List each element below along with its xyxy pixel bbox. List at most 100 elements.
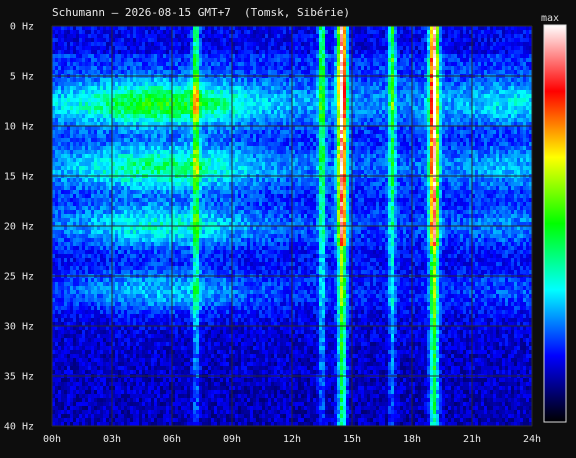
spectrogram-cell [100,290,104,295]
spectrogram-cell [103,42,107,47]
spectrogram-cell [121,358,125,363]
spectrogram-cell [139,210,143,215]
spectrogram-cell [160,330,164,335]
spectrogram-cell [187,142,191,147]
spectrogram-cell [175,362,179,367]
spectrogram-cell [166,202,170,207]
spectrogram-cell [103,202,107,207]
spectrogram-cell [97,230,101,235]
spectrogram-cell [106,70,110,75]
spectrogram-cell [100,118,104,123]
spectrogram-cell [61,98,65,103]
spectrogram-cell [127,398,131,403]
spectrogram-cell [118,214,122,219]
spectrogram-cell [79,234,83,239]
spectrogram-cell [130,258,134,263]
spectrogram-cell [67,254,71,259]
spectrogram-cell [76,150,80,155]
spectrogram-cell [97,198,101,203]
spectrogram-cell [154,266,158,271]
spectrogram-cell [190,146,194,151]
spectrogram-cell [142,414,146,419]
spectrogram-cell [118,138,122,143]
spectrogram-cell [106,210,110,215]
spectrogram-cell [166,198,170,203]
spectrogram-cell [88,62,92,67]
spectrogram-cell [94,334,98,339]
spectrogram-cell [82,282,86,287]
spectrogram-cell [106,310,110,315]
spectrogram-cell [199,370,203,375]
spectrogram-cell [61,130,65,135]
spectrogram-cell [184,98,188,103]
spectrogram-cell [142,46,146,51]
spectrogram-cell [58,206,62,211]
spectrogram-cell [163,326,167,331]
spectrogram-cell [163,342,167,347]
spectrogram-cell [64,242,68,247]
spectrogram-cell [79,78,83,83]
spectrogram-cell [97,50,101,55]
spectrogram-cell [124,314,128,319]
spectrogram-cell [55,130,59,135]
spectrogram-cell [100,114,104,119]
spectrogram-cell [64,258,68,263]
spectrogram-cell [154,314,158,319]
spectrogram-cell [100,342,104,347]
spectrogram-cell [157,86,161,91]
spectrogram-cell [88,386,92,391]
spectrogram-cell [79,178,83,183]
spectrogram-cell [91,270,95,275]
spectrogram-cell [61,154,65,159]
spectrogram-cell [73,226,77,231]
spectrogram-cell [94,62,98,67]
spectrogram-cell [130,362,134,367]
spectrogram-cell [175,50,179,55]
spectrogram-cell [55,94,59,99]
spectrogram-cell [178,366,182,371]
spectrogram-cell [112,218,116,223]
spectrogram-cell [178,242,182,247]
spectrogram-cell [61,390,65,395]
spectrogram-cell [127,114,131,119]
spectrogram-cell [178,70,182,75]
spectrogram-cell [184,298,188,303]
spectrogram-cell [154,54,158,59]
spectrogram-cell [67,178,71,183]
spectrogram-cell [187,290,191,295]
spectrogram-cell [97,166,101,171]
spectrogram-cell [157,210,161,215]
spectrogram-cell [82,398,86,403]
spectrogram-cell [58,414,62,419]
spectrogram-cell [163,190,167,195]
spectrogram-cell [133,94,137,99]
spectrogram-cell [130,390,134,395]
spectrogram-cell [85,378,89,383]
spectrogram-cell [85,214,89,219]
spectrogram-cell [196,278,200,283]
spectrogram-cell [103,338,107,343]
spectrogram-cell [160,406,164,411]
spectrogram-cell [67,310,71,315]
spectrogram-cell [127,202,131,207]
spectrogram-cell [115,238,119,243]
spectrogram-cell [178,262,182,267]
spectrogram-cell [160,78,164,83]
spectrogram-cell [58,150,62,155]
spectrogram-cell [124,398,128,403]
spectrogram-cell [157,42,161,47]
spectrogram-cell [55,262,59,267]
spectrogram-cell [142,366,146,371]
spectrogram-cell [181,194,185,199]
spectrogram-cell [181,166,185,171]
spectrogram-cell [178,90,182,95]
spectrogram-cell [175,278,179,283]
spectrogram-cell [196,134,200,139]
spectrogram-cell [145,334,149,339]
spectrogram-cell [181,346,185,351]
spectrogram-cell [199,94,203,99]
spectrogram-cell [172,178,176,183]
spectrogram-cell [133,198,137,203]
spectrogram-cell [85,150,89,155]
spectrogram-cell [103,230,107,235]
